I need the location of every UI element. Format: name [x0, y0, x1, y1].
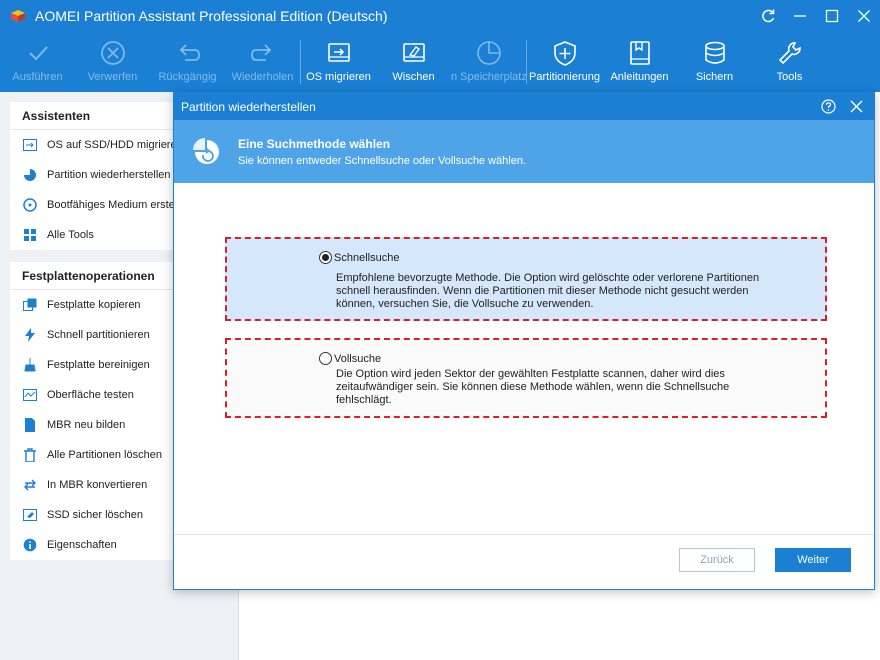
toolbar: Ausführen Verwerfen Rückgängig Wiederhol… — [0, 32, 880, 92]
all-tools-icon — [22, 227, 38, 243]
check-icon — [28, 46, 48, 61]
dialog-title: Partition wiederherstellen — [181, 99, 316, 114]
window-title: AOMEI Partition Assistant Professional E… — [35, 8, 388, 24]
quick-search-radio[interactable] — [319, 251, 332, 264]
refresh-button[interactable] — [752, 0, 784, 32]
discard-button[interactable]: Verwerfen — [75, 32, 150, 92]
backup-button[interactable]: Sichern — [677, 32, 752, 92]
redo-icon — [250, 44, 271, 61]
minimize-icon — [794, 15, 806, 17]
ssd-erase-icon — [22, 507, 38, 523]
wrench-icon — [778, 42, 801, 65]
dialog-header-title: Eine Suchmethode wählen — [238, 136, 391, 151]
next-button[interactable]: Weiter — [775, 548, 851, 572]
quick-search-radio-row[interactable]: Schnellsuche — [319, 251, 399, 264]
undo-button[interactable]: Rückgängig — [150, 32, 225, 92]
partitioning-button[interactable]: Partitionierung — [527, 32, 602, 92]
dialog-header-subtitle: Sie können entweder Schnellsuche oder Vo… — [238, 154, 527, 167]
maximize-icon — [825, 9, 839, 23]
redo-button[interactable]: Wiederholen — [225, 32, 300, 92]
lightning-icon — [22, 327, 38, 343]
recover-partition-dialog: Partition wiederherstellen Eine Suchmeth… — [173, 92, 875, 590]
back-button[interactable]: Zurück — [679, 548, 755, 572]
tools-button[interactable]: Tools — [752, 32, 827, 92]
full-search-radio-row[interactable]: Vollsuche — [319, 352, 381, 365]
partition-recovery-icon — [193, 137, 219, 164]
full-search-radio[interactable] — [319, 352, 332, 365]
close-icon — [858, 10, 870, 22]
quick-search-description: Empfohlene bevorzugte Methode. Die Optio… — [336, 272, 760, 310]
app-logo-icon — [11, 10, 25, 22]
mbr-icon — [22, 417, 38, 433]
discard-icon — [100, 41, 125, 65]
window-close-button[interactable] — [848, 0, 880, 32]
undo-icon — [179, 44, 200, 61]
info-icon — [22, 537, 38, 553]
space-analyzer-button[interactable]: n Speicherplatz ver — [451, 32, 526, 92]
help-icon[interactable] — [821, 99, 836, 114]
apply-button[interactable]: Ausführen — [0, 32, 75, 92]
wipe-icon — [402, 43, 425, 62]
migrate-icon — [22, 137, 38, 153]
minimize-button[interactable] — [784, 0, 816, 32]
boot-media-icon — [22, 197, 38, 213]
broom-icon — [22, 357, 38, 373]
tutorials-button[interactable]: Anleitungen — [602, 32, 677, 92]
convert-icon — [22, 477, 38, 493]
backup-icon — [704, 41, 725, 64]
copy-disk-icon — [22, 297, 38, 313]
full-search-option[interactable]: Vollsuche Die Option wird jeden Sektor d… — [225, 338, 827, 418]
dialog-header: Eine Suchmethode wählen Sie können entwe… — [174, 120, 874, 183]
migrate-os-icon — [327, 43, 350, 62]
quick-search-option[interactable]: Schnellsuche Empfohlene bevorzugte Metho… — [225, 237, 827, 321]
dialog-title-bar: Partition wiederherstellen — [174, 93, 874, 120]
trash-icon — [22, 447, 38, 463]
migrate-os-button[interactable]: OS migrieren — [301, 32, 376, 92]
dialog-close-icon[interactable] — [849, 99, 864, 114]
wipe-button[interactable]: Wischen — [376, 32, 451, 92]
maximize-button[interactable] — [816, 0, 848, 32]
quick-search-label: Schnellsuche — [334, 251, 400, 264]
shield-plus-icon — [553, 41, 576, 66]
recover-icon — [22, 167, 38, 183]
title-bar: AOMEI Partition Assistant Professional E… — [0, 0, 880, 32]
full-search-label: Vollsuche — [334, 352, 382, 365]
dialog-footer: Zurück Weiter — [174, 534, 874, 589]
surface-test-icon — [22, 387, 38, 403]
space-analyzer-icon — [476, 41, 501, 65]
full-search-description: Die Option wird jeden Sektor der gewählt… — [336, 368, 730, 406]
refresh-icon — [762, 9, 775, 23]
book-icon — [629, 41, 650, 65]
